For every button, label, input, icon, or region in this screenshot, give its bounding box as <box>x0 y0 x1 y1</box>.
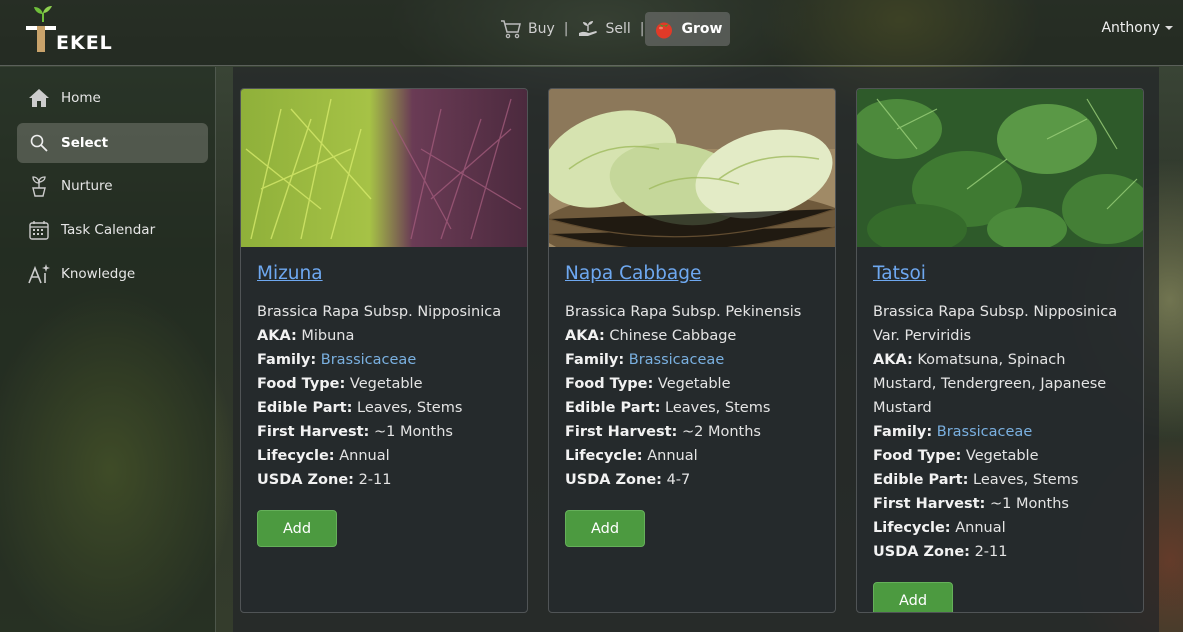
search-icon <box>27 131 51 155</box>
nav-sell[interactable]: Sell <box>569 12 638 46</box>
nav-buy[interactable]: Buy <box>492 12 563 46</box>
logo-t-mark <box>26 20 56 54</box>
chevron-down-icon <box>1165 26 1173 30</box>
top-nav: Buy | Sell | Grow <box>492 12 731 46</box>
food-type-row: Food Type: Vegetable <box>565 376 731 392</box>
add-button[interactable]: Add <box>565 510 645 547</box>
family-link[interactable]: Brassicaceae <box>629 352 725 368</box>
scientific-name: Brassica Rapa Subsp. Nipposinica Var. Pe… <box>873 304 1118 344</box>
sidebar-item-label: Home <box>61 90 101 106</box>
sidebar-item-task-calendar[interactable]: Task Calendar <box>17 210 208 250</box>
family-link[interactable]: Brassicaceae <box>321 352 417 368</box>
plant-title-link[interactable]: Tatsoi <box>873 263 926 284</box>
sidebar-item-label: Select <box>61 135 109 151</box>
family-row: Family: Brassicaceae <box>257 352 417 368</box>
logo[interactable]: EKEL <box>26 6 116 56</box>
hand-plant-icon <box>579 21 598 36</box>
ai-sparkle-icon <box>27 262 51 286</box>
first-harvest-row: First Harvest: ~1 Months <box>873 496 1069 512</box>
aka-row: AKA: Chinese Cabbage <box>565 328 737 344</box>
scientific-name: Brassica Rapa Subsp. Nipposinica <box>257 304 502 320</box>
sidebar: Home Select Nurture Task Calendar Knowle… <box>0 67 216 632</box>
usda-zone-row: USDA Zone: 2-11 <box>257 472 392 488</box>
lifecycle-row: Lifecycle: Annual <box>873 520 1006 536</box>
tomato-icon <box>656 22 673 39</box>
plant-card-mizuna: Mizuna Brassica Rapa Subsp. Nipposinica … <box>240 88 528 613</box>
top-bar: EKEL Buy | Sell | Grow Anthony <box>0 0 1183 66</box>
sidebar-item-label: Knowledge <box>61 266 136 282</box>
logo-text: EKEL <box>56 32 113 54</box>
user-menu[interactable]: Anthony <box>1101 20 1173 36</box>
add-button[interactable]: Add <box>257 510 337 547</box>
edible-part-row: Edible Part: Leaves, Stems <box>565 400 771 416</box>
family-row: Family: Brassicaceae <box>565 352 725 368</box>
lifecycle-row: Lifecycle: Annual <box>257 448 390 464</box>
nav-separator: | <box>639 21 645 37</box>
plant-card-tatsoi: Tatsoi Brassica Rapa Subsp. Nipposinica … <box>856 88 1144 613</box>
plant-photo <box>241 89 527 247</box>
nav-buy-label: Buy <box>528 21 555 37</box>
usda-zone-row: USDA Zone: 2-11 <box>873 544 1008 560</box>
plant-photo <box>549 89 835 247</box>
plant-catalog: Mizuna Brassica Rapa Subsp. Nipposinica … <box>233 67 1159 632</box>
calendar-icon <box>27 218 51 242</box>
food-type-row: Food Type: Vegetable <box>873 448 1039 464</box>
lifecycle-row: Lifecycle: Annual <box>565 448 698 464</box>
first-harvest-row: First Harvest: ~1 Months <box>257 424 453 440</box>
nav-grow[interactable]: Grow <box>645 12 731 46</box>
family-row: Family: Brassicaceae <box>873 424 1033 440</box>
plant-title-link[interactable]: Napa Cabbage <box>565 263 701 284</box>
cart-icon <box>501 20 521 39</box>
add-button[interactable]: Add <box>873 582 953 612</box>
first-harvest-row: First Harvest: ~2 Months <box>565 424 761 440</box>
home-icon <box>27 86 51 110</box>
plant-card-napa-cabbage: Napa Cabbage Brassica Rapa Subsp. Pekine… <box>548 88 836 613</box>
edible-part-row: Edible Part: Leaves, Stems <box>257 400 463 416</box>
usda-zone-row: USDA Zone: 4-7 <box>565 472 691 488</box>
plant-title-link[interactable]: Mizuna <box>257 263 323 284</box>
nav-grow-label: Grow <box>681 21 723 37</box>
food-type-row: Food Type: Vegetable <box>257 376 423 392</box>
aka-row: AKA: Komatsuna, Spinach Mustard, Tenderg… <box>873 352 1107 416</box>
plant-photo <box>857 89 1143 247</box>
aka-row: AKA: Mibuna <box>257 328 355 344</box>
sidebar-item-label: Nurture <box>61 178 113 194</box>
seedling-icon <box>27 174 51 198</box>
edible-part-row: Edible Part: Leaves, Stems <box>873 472 1079 488</box>
nav-sell-label: Sell <box>605 21 631 37</box>
nav-separator: | <box>563 21 569 37</box>
user-name: Anthony <box>1101 20 1160 36</box>
sidebar-item-knowledge[interactable]: Knowledge <box>17 254 208 294</box>
scientific-name: Brassica Rapa Subsp. Pekinensis <box>565 304 802 320</box>
sidebar-item-select[interactable]: Select <box>17 123 208 163</box>
sidebar-item-label: Task Calendar <box>61 222 156 238</box>
family-link[interactable]: Brassicaceae <box>937 424 1033 440</box>
sidebar-item-home[interactable]: Home <box>17 78 208 118</box>
sidebar-item-nurture[interactable]: Nurture <box>17 166 208 206</box>
